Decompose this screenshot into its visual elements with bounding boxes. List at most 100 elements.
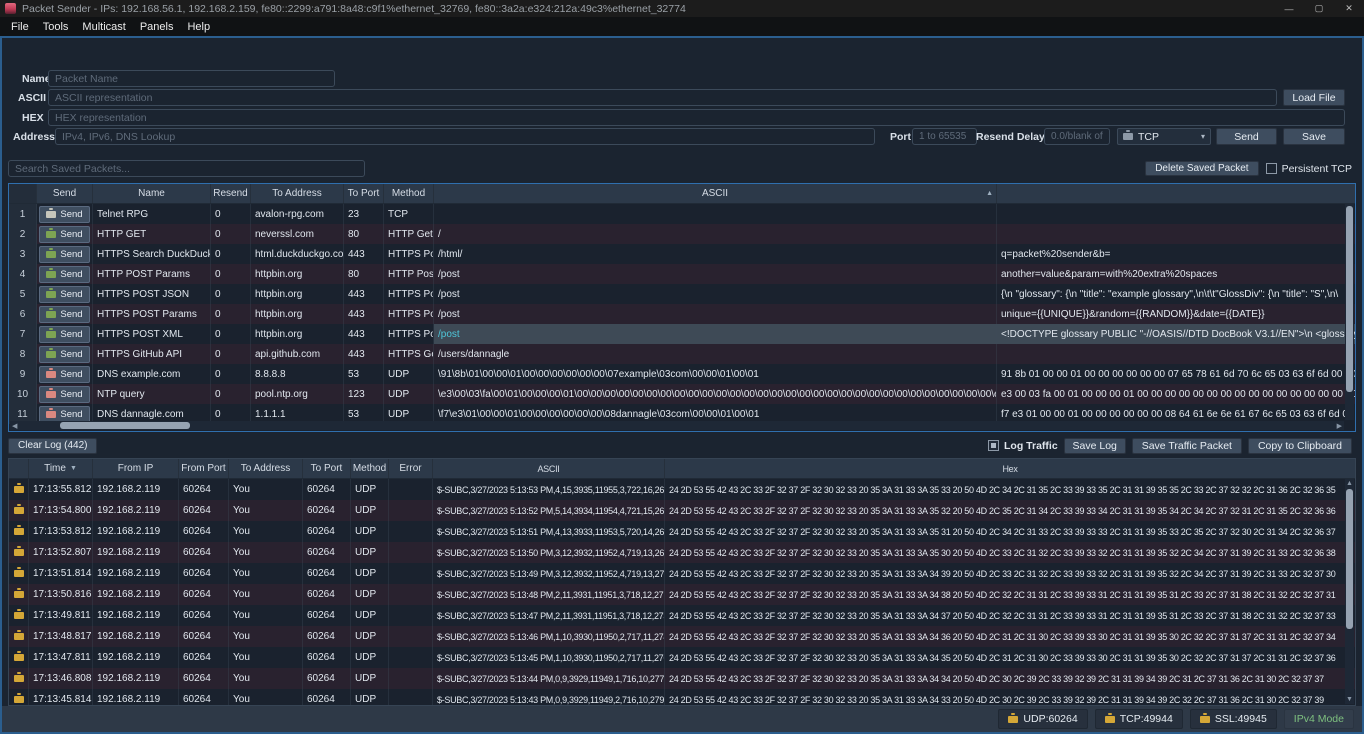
- cell-ascii[interactable]: $-SUBC,3/27/2023 5:13:50 PM,3,12,3932,11…: [433, 542, 665, 563]
- cell-to-address[interactable]: httpbin.org: [251, 284, 344, 304]
- cell-hex[interactable]: 24 2D 53 55 42 43 2C 33 2F 32 37 2F 32 3…: [665, 563, 1355, 584]
- cell-from-ip[interactable]: 192.168.2.119: [93, 626, 179, 647]
- search-saved-packets-input[interactable]: [8, 160, 365, 177]
- cell-error[interactable]: [389, 668, 433, 689]
- column-header-to-port[interactable]: To Port: [344, 184, 384, 203]
- cell-data[interactable]: unique={{UNIQUE}}&random={{RANDOM}}&date…: [997, 304, 1355, 324]
- cell-to-address[interactable]: 8.8.8.8: [251, 364, 344, 384]
- cell-from-ip[interactable]: 192.168.2.119: [93, 500, 179, 521]
- cell-data[interactable]: {\n "glossary": {\n "title": "example gl…: [997, 284, 1355, 304]
- cell-to-address[interactable]: httpbin.org: [251, 264, 344, 284]
- persistent-tcp-option[interactable]: Persistent TCP: [1266, 163, 1352, 175]
- cell-to-address[interactable]: You: [229, 647, 303, 668]
- cell-method[interactable]: HTTPS Post: [384, 324, 434, 344]
- cell-ascii[interactable]: $-SUBC,3/27/2023 5:13:53 PM,4,15,3935,11…: [433, 479, 665, 500]
- cell-time[interactable]: 17:13:45.814: [29, 689, 93, 706]
- cell-to-port[interactable]: 60264: [303, 689, 351, 706]
- cell-error[interactable]: [389, 542, 433, 563]
- cell-name[interactable]: DNS example.com: [93, 364, 211, 384]
- cell-from-port[interactable]: 60264: [179, 563, 229, 584]
- cell-to-address[interactable]: You: [229, 626, 303, 647]
- scroll-right-icon[interactable]: ▶: [1337, 422, 1342, 431]
- cell-from-ip[interactable]: 192.168.2.119: [93, 521, 179, 542]
- scroll-up-icon[interactable]: ▲: [1346, 479, 1353, 488]
- log-traffic-option[interactable]: Log Traffic: [988, 440, 1058, 452]
- cell-to-address[interactable]: api.github.com: [251, 344, 344, 364]
- cell-to-address[interactable]: You: [229, 584, 303, 605]
- log-row[interactable]: 17:13:46.808192.168.2.11960264You60264UD…: [9, 668, 1355, 689]
- cell-name[interactable]: HTTPS Search DuckDuckGo: [93, 244, 211, 264]
- cell-ascii[interactable]: /post: [434, 264, 997, 284]
- cell-method[interactable]: HTTPS Get: [384, 344, 434, 364]
- row-send-button[interactable]: Send: [39, 406, 90, 423]
- cell-data[interactable]: q=packet%20sender&b=: [997, 244, 1355, 264]
- scrollbar-thumb[interactable]: [60, 422, 190, 429]
- cell-hex[interactable]: 24 2D 53 55 42 43 2C 33 2F 32 37 2F 32 3…: [665, 479, 1355, 500]
- cell-from-ip[interactable]: 192.168.2.119: [93, 689, 179, 706]
- cell-to-address[interactable]: httpbin.org: [251, 304, 344, 324]
- saved-packet-row[interactable]: 2SendHTTP GET0neverssl.com80HTTP Get/: [9, 224, 1355, 244]
- cell-resend[interactable]: 0: [211, 204, 251, 224]
- cell-method[interactable]: UDP: [351, 479, 389, 500]
- cell-from-ip[interactable]: 192.168.2.119: [93, 542, 179, 563]
- load-file-button[interactable]: Load File: [1283, 89, 1345, 106]
- column-header-method[interactable]: Method: [384, 184, 434, 203]
- cell-to-address[interactable]: You: [229, 521, 303, 542]
- cell-resend[interactable]: 0: [211, 384, 251, 404]
- ipv4-mode-button[interactable]: IPv4 Mode: [1284, 709, 1354, 729]
- cell-data[interactable]: 91 8b 01 00 00 01 00 00 00 00 00 00 07 6…: [997, 364, 1355, 384]
- column-header-ascii[interactable]: ASCII ▲: [434, 184, 997, 203]
- cell-time[interactable]: 17:13:54.800: [29, 500, 93, 521]
- send-button[interactable]: Send: [1216, 128, 1277, 145]
- cell-hex[interactable]: 24 2D 53 55 42 43 2C 33 2F 32 37 2F 32 3…: [665, 668, 1355, 689]
- minimize-icon[interactable]: —: [1274, 0, 1304, 17]
- maximize-icon[interactable]: ▢: [1304, 0, 1334, 17]
- row-send-button[interactable]: Send: [39, 346, 90, 363]
- cell-ascii[interactable]: \91\8b\01\00\00\01\00\00\00\00\00\00\07e…: [434, 364, 997, 384]
- cell-method[interactable]: HTTP Get: [384, 224, 434, 244]
- cell-from-port[interactable]: 60264: [179, 647, 229, 668]
- log-traffic-checkbox[interactable]: [988, 440, 999, 451]
- cell-resend[interactable]: 0: [211, 244, 251, 264]
- cell-from-port[interactable]: 60264: [179, 605, 229, 626]
- clear-log-button[interactable]: Clear Log (442): [8, 438, 97, 454]
- cell-to-port[interactable]: 60264: [303, 626, 351, 647]
- cell-ascii[interactable]: /: [434, 224, 997, 244]
- cell-to-address[interactable]: You: [229, 668, 303, 689]
- cell-hex[interactable]: 24 2D 53 55 42 43 2C 33 2F 32 37 2F 32 3…: [665, 500, 1355, 521]
- cell-hex[interactable]: 24 2D 53 55 42 43 2C 33 2F 32 37 2F 32 3…: [665, 542, 1355, 563]
- row-send-button[interactable]: Send: [39, 206, 90, 223]
- cell-from-port[interactable]: 60264: [179, 542, 229, 563]
- cell-hex[interactable]: 24 2D 53 55 42 43 2C 33 2F 32 37 2F 32 3…: [665, 626, 1355, 647]
- hex-input[interactable]: [48, 109, 1345, 126]
- column-header-method[interactable]: Method: [351, 459, 389, 478]
- cell-method[interactable]: HTTPS Post: [384, 244, 434, 264]
- column-header-to-address[interactable]: To Address: [229, 459, 303, 478]
- log-row[interactable]: 17:13:48.817192.168.2.11960264You60264UD…: [9, 626, 1355, 647]
- cell-name[interactable]: Telnet RPG: [93, 204, 211, 224]
- saved-packet-row[interactable]: 7SendHTTPS POST XML0httpbin.org443HTTPS …: [9, 324, 1355, 344]
- delete-saved-packet-button[interactable]: Delete Saved Packet: [1145, 161, 1258, 176]
- cell-method[interactable]: UDP: [351, 647, 389, 668]
- column-header-hex[interactable]: Hex: [665, 459, 1355, 478]
- cell-name[interactable]: HTTP POST Params: [93, 264, 211, 284]
- cell-to-address[interactable]: You: [229, 542, 303, 563]
- cell-time[interactable]: 17:13:51.814: [29, 563, 93, 584]
- cell-to-port[interactable]: 60264: [303, 500, 351, 521]
- saved-packet-row[interactable]: 4SendHTTP POST Params0httpbin.org80HTTP …: [9, 264, 1355, 284]
- cell-method[interactable]: TCP: [384, 204, 434, 224]
- saved-packet-row[interactable]: 3SendHTTPS Search DuckDuckGo0html.duckdu…: [9, 244, 1355, 264]
- cell-ascii[interactable]: /post: [434, 324, 997, 344]
- cell-ascii[interactable]: $-SUBC,3/27/2023 5:13:43 PM,0,9,3929,119…: [433, 689, 665, 706]
- cell-resend[interactable]: 0: [211, 324, 251, 344]
- resend-delay-input[interactable]: [1044, 128, 1110, 145]
- ascii-input[interactable]: [48, 89, 1277, 106]
- address-input[interactable]: [55, 128, 875, 145]
- row-send-button[interactable]: Send: [39, 286, 90, 303]
- cell-name[interactable]: HTTPS GitHub API: [93, 344, 211, 364]
- log-row[interactable]: 17:13:47.811192.168.2.11960264You60264UD…: [9, 647, 1355, 668]
- cell-to-address[interactable]: You: [229, 689, 303, 706]
- cell-to-port[interactable]: 60264: [303, 668, 351, 689]
- cell-method[interactable]: UDP: [351, 542, 389, 563]
- cell-method[interactable]: UDP: [351, 521, 389, 542]
